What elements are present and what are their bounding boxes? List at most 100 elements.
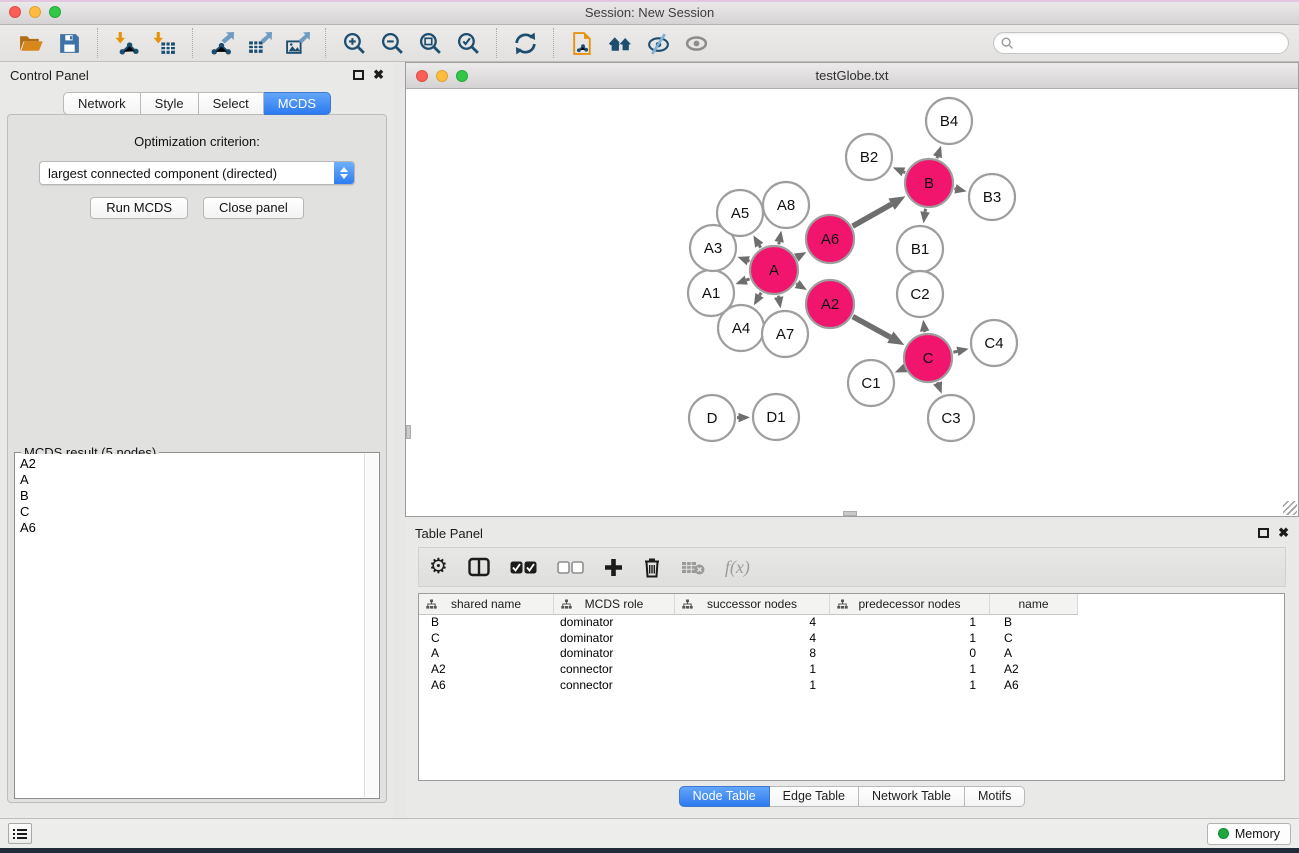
table-cell[interactable]: 4 (675, 631, 830, 647)
split-columns-icon[interactable] (468, 554, 490, 580)
zoom-fit-icon[interactable] (415, 28, 445, 58)
resize-corner-icon[interactable] (1283, 501, 1297, 515)
column-header-predecessor-nodes[interactable]: predecessor nodes (830, 594, 990, 615)
table-cell[interactable]: A (990, 646, 1078, 662)
close-panel-icon[interactable]: ✖ (1278, 528, 1289, 538)
refresh-icon[interactable] (510, 28, 540, 58)
open-session-icon[interactable] (16, 28, 46, 58)
memory-button[interactable]: Memory (1207, 823, 1291, 845)
delete-column-icon[interactable] (643, 554, 661, 580)
table-cell[interactable]: 1 (675, 678, 830, 694)
table-cell[interactable]: connector (554, 662, 675, 678)
tab-mcds[interactable]: MCDS (264, 92, 331, 115)
network-graph[interactable]: AA1A2A3A4A5A6A7A8BB1B2B3B4CC1C2C3C4DD1 (406, 89, 1297, 516)
edge-A2-C[interactable] (853, 317, 891, 338)
edge-B-B4[interactable] (937, 157, 938, 159)
edge-A-A2[interactable] (796, 283, 797, 284)
zoom-in-icon[interactable] (339, 28, 369, 58)
zoom-out-icon[interactable] (377, 28, 407, 58)
tab-edge-table[interactable]: Edge Table (770, 786, 859, 807)
table-cell[interactable]: A6 (990, 678, 1078, 694)
table-cell[interactable]: connector (554, 678, 675, 694)
table-row[interactable]: Cdominator41C (419, 631, 1284, 647)
network-canvas[interactable]: AA1A2A3A4A5A6A7A8BB1B2B3B4CC1C2C3C4DD1 (406, 89, 1298, 516)
hide-graphics-details-icon[interactable] (643, 28, 673, 58)
table-cell[interactable]: A (419, 646, 554, 662)
edge-B-B2[interactable] (903, 172, 905, 173)
column-header-name[interactable]: name (990, 594, 1078, 615)
close-panel-icon[interactable]: ✖ (373, 70, 384, 80)
tab-network[interactable]: Network (63, 92, 141, 115)
splitter-grip-icon[interactable] (406, 425, 411, 439)
panel-splitter-vertical[interactable] (394, 62, 405, 818)
result-item-a2[interactable]: A2 (16, 456, 364, 472)
network-window-titlebar[interactable]: testGlobe.txt (406, 63, 1298, 89)
table-cell[interactable]: A6 (419, 678, 554, 694)
column-header-mcds-role[interactable]: MCDS role (554, 594, 675, 615)
column-header-shared-name[interactable]: shared name (419, 594, 554, 615)
table-row[interactable]: A6connector11A6 (419, 678, 1284, 694)
table-row[interactable]: A2connector11A2 (419, 662, 1284, 678)
tab-network-table[interactable]: Network Table (859, 786, 965, 807)
result-item-c[interactable]: C (16, 504, 364, 520)
column-header-successor-nodes[interactable]: successor nodes (675, 594, 830, 615)
gear-icon[interactable]: ⚙ (429, 554, 448, 580)
search-input[interactable] (1014, 34, 1288, 52)
table-cell[interactable]: C (990, 631, 1078, 647)
edge-A-A1[interactable] (746, 279, 749, 280)
tab-node-table[interactable]: Node Table (679, 786, 770, 807)
table-cell[interactable]: 1 (830, 615, 990, 631)
close-panel-button[interactable]: Close panel (203, 197, 304, 219)
export-table-icon[interactable] (244, 28, 274, 58)
table-cell[interactable]: B (990, 615, 1078, 631)
table-row[interactable]: Bdominator41B (419, 615, 1284, 631)
float-panel-icon[interactable] (353, 70, 364, 80)
table-row[interactable]: Adominator80A (419, 646, 1284, 662)
table-cell[interactable]: dominator (554, 646, 675, 662)
add-column-icon[interactable] (604, 554, 623, 580)
search-field[interactable] (993, 32, 1289, 54)
splitter-grip-icon[interactable] (843, 511, 857, 516)
function-builder-icon-disabled: f(x) (725, 554, 750, 580)
table-cell[interactable]: 1 (830, 678, 990, 694)
edge-C-C4[interactable] (953, 351, 957, 352)
table-cell[interactable]: 1 (830, 662, 990, 678)
row-list-icon[interactable] (8, 823, 32, 844)
import-network-icon[interactable] (111, 28, 141, 58)
table-cell[interactable]: A2 (419, 662, 554, 678)
zoom-selected-icon[interactable] (453, 28, 483, 58)
edge-A-A4[interactable] (760, 293, 762, 296)
result-item-b[interactable]: B (16, 488, 364, 504)
column-type-icon (426, 599, 437, 610)
unselect-all-columns-icon[interactable] (557, 554, 584, 580)
select-all-columns-icon[interactable] (510, 554, 537, 580)
edge-A6-B[interactable] (853, 204, 892, 226)
tab-motifs[interactable]: Motifs (965, 786, 1025, 807)
table-cell[interactable]: 0 (830, 646, 990, 662)
show-graphics-details-icon[interactable] (681, 28, 711, 58)
table-cell[interactable]: A2 (990, 662, 1078, 678)
tab-style[interactable]: Style (141, 92, 199, 115)
table-cell[interactable]: 8 (675, 646, 830, 662)
new-network-from-file-icon[interactable] (567, 28, 597, 58)
float-panel-icon[interactable] (1258, 528, 1269, 538)
table-cell[interactable]: B (419, 615, 554, 631)
criterion-dropdown[interactable]: largest connected component (directed) (39, 161, 355, 185)
result-item-a[interactable]: A (16, 472, 364, 488)
table-cell[interactable]: C (419, 631, 554, 647)
save-session-icon[interactable] (54, 28, 84, 58)
table-cell[interactable]: 1 (675, 662, 830, 678)
table-cell[interactable]: 4 (675, 615, 830, 631)
result-scrollbar[interactable] (364, 454, 378, 797)
run-mcds-button[interactable]: Run MCDS (90, 197, 188, 219)
table-cell[interactable]: dominator (554, 615, 675, 631)
home-views-icon[interactable] (605, 28, 635, 58)
export-network-icon[interactable] (206, 28, 236, 58)
export-image-icon[interactable] (282, 28, 312, 58)
result-item-a6[interactable]: A6 (16, 520, 364, 536)
table-cell[interactable]: 1 (830, 631, 990, 647)
edge-A-A5[interactable] (759, 245, 760, 247)
tab-select[interactable]: Select (199, 92, 264, 115)
table-cell[interactable]: dominator (554, 631, 675, 647)
import-table-icon[interactable] (149, 28, 179, 58)
